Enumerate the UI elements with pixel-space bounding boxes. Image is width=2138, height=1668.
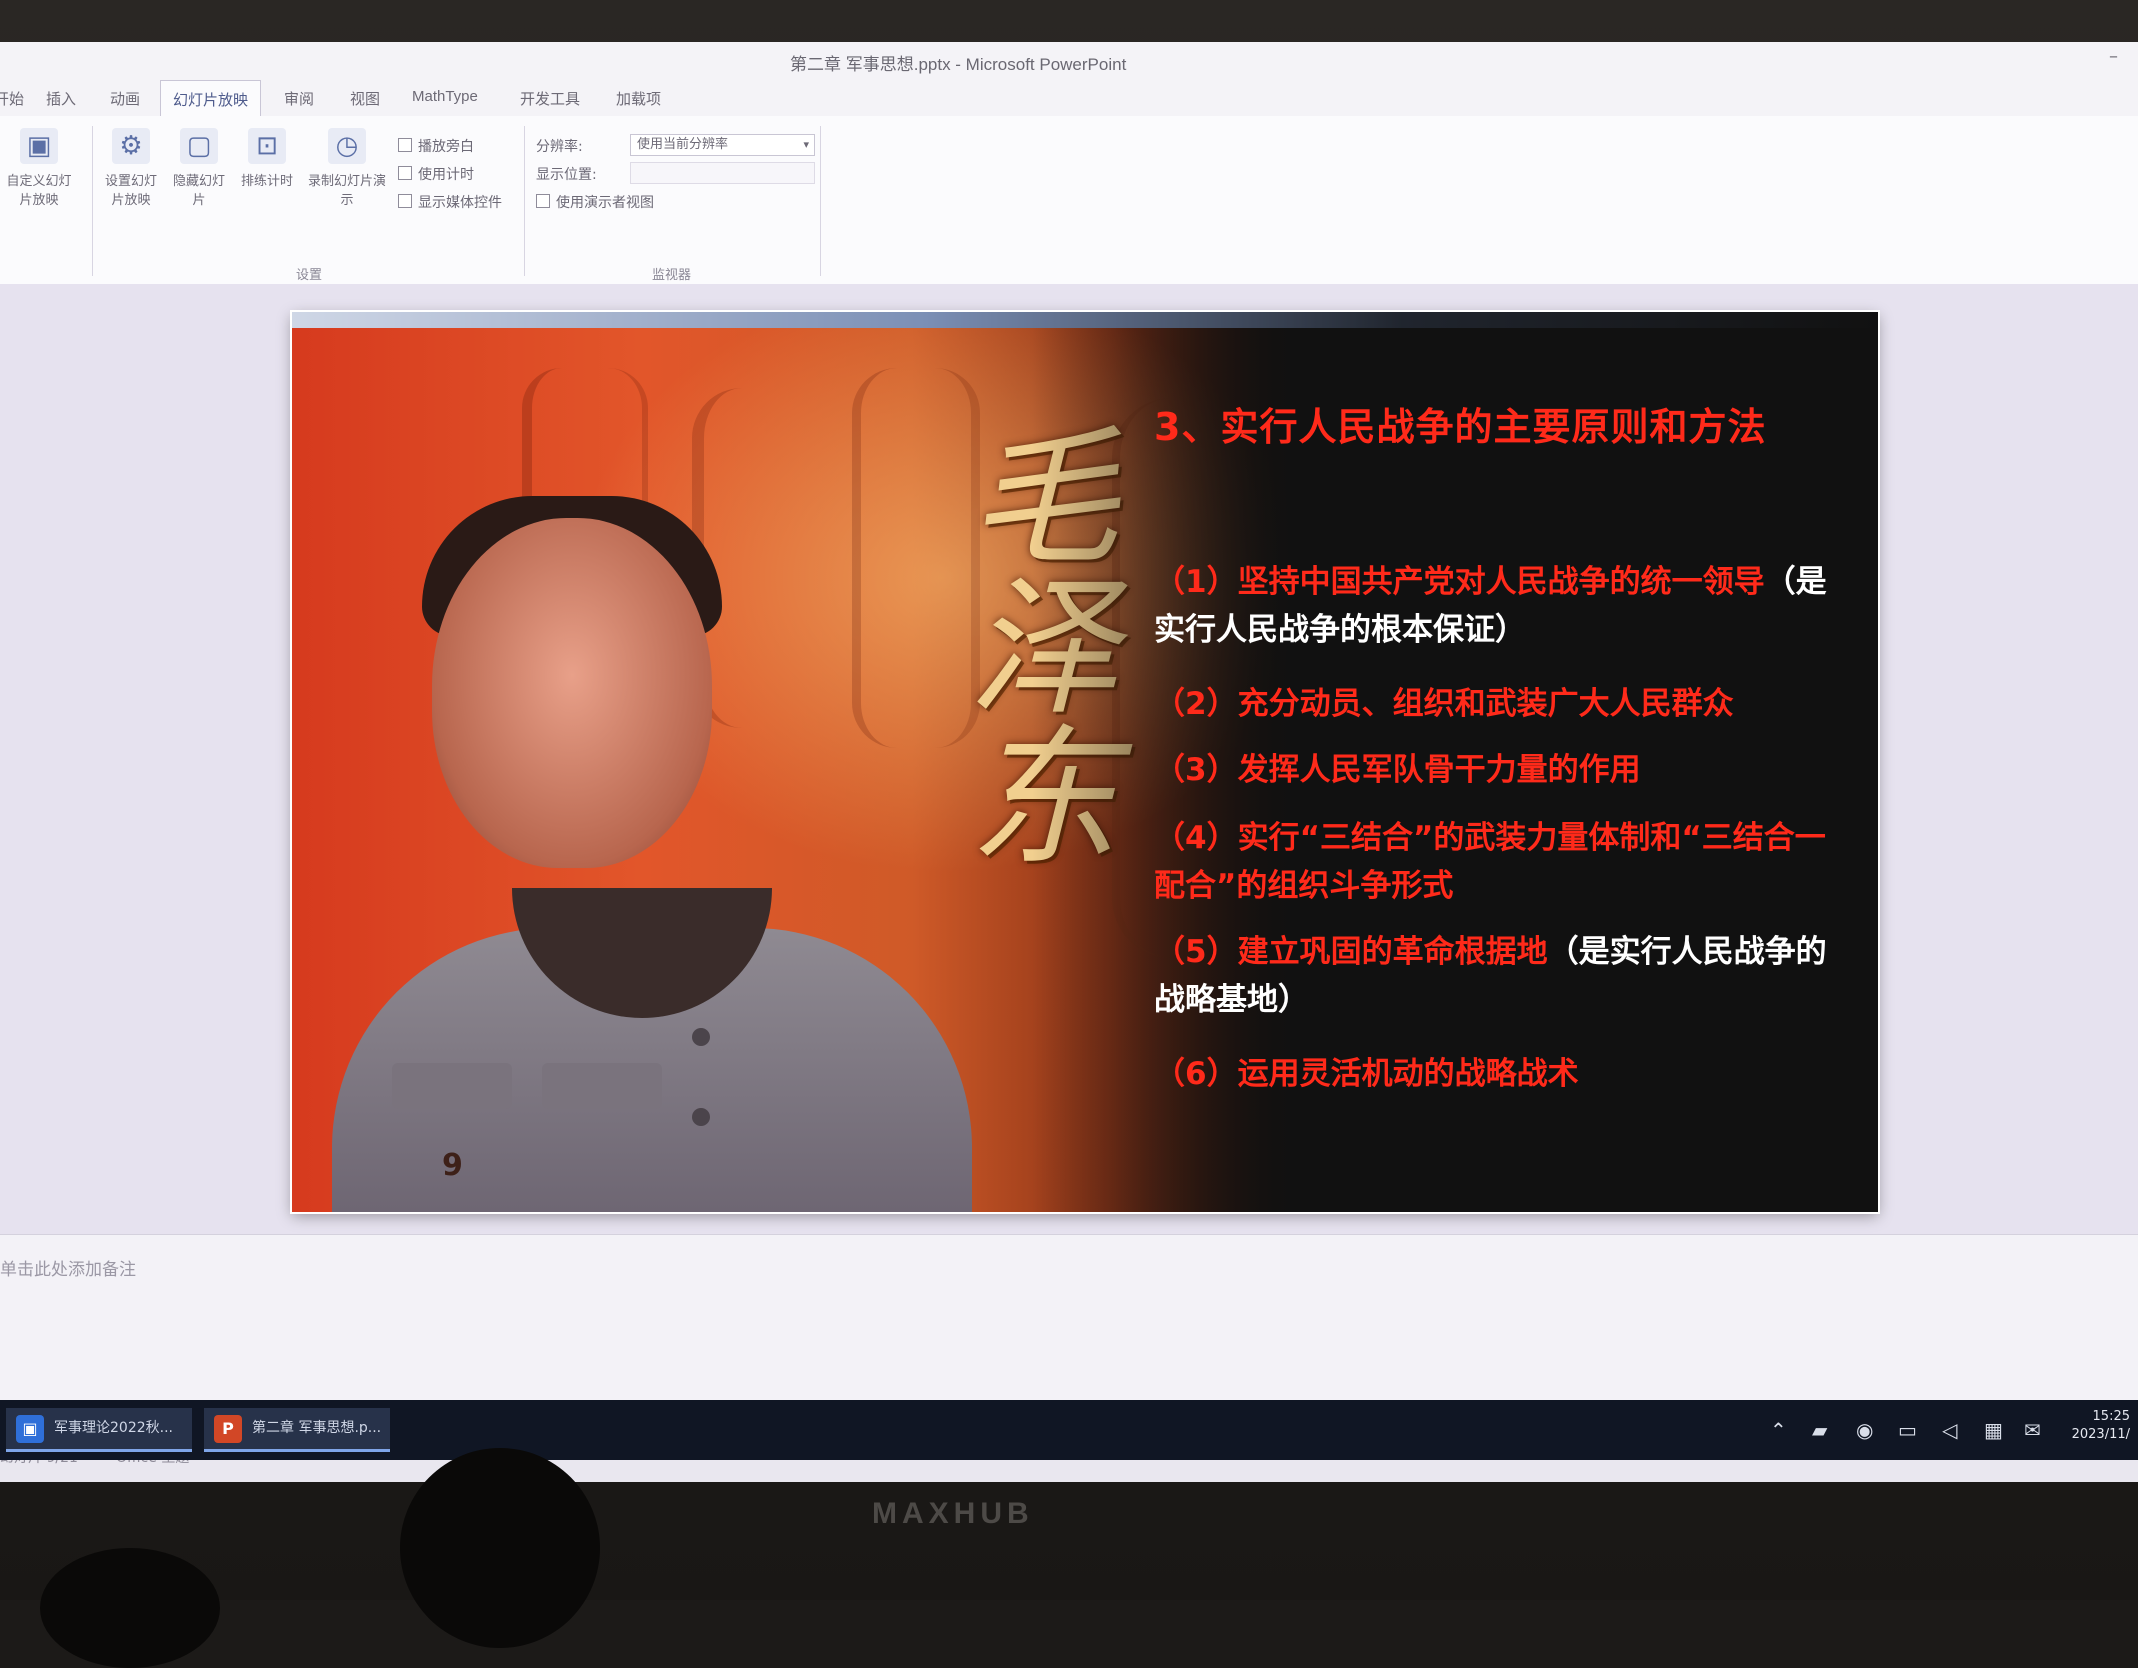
resolution-select[interactable]: 使用当前分辨率 ▾ <box>630 134 815 156</box>
principle-item-6[interactable]: （6）运用灵活机动的战略战术 <box>1154 1050 1844 1098</box>
mail-icon[interactable]: ✉ <box>2024 1418 2041 1442</box>
tab-slideshow[interactable]: 幻灯片放映 <box>160 80 262 120</box>
taskbar-item-powerpoint[interactable]: P 第二章 军事思想.p... <box>204 1408 390 1452</box>
ribbon: ▣ 自定义幻灯片放映 ⚙ 设置幻灯片放映 ▢ 隐藏幻灯片 ⊡ 排练计时 ◷ 录制… <box>0 116 2138 285</box>
tab-mathtype[interactable]: MathType <box>412 88 478 105</box>
resolution-label: 分辨率: <box>536 139 583 155</box>
tab-home[interactable]: 开始 <box>0 88 24 109</box>
slide-heading[interactable]: 3、实行人民战争的主要原则和方法 <box>1154 396 1844 451</box>
record-show-button[interactable]: ◷ 录制幻灯片演示 <box>304 128 390 208</box>
tab-addins[interactable]: 加载项 <box>616 88 661 109</box>
screen: 第二章 军事思想.pptx - Microsoft PowerPoint – 开… <box>0 42 2138 1482</box>
portrait-artwork: 毛泽东 9 <box>292 328 1292 1212</box>
teams-icon: ▣ <box>16 1415 44 1443</box>
page-number: 9 <box>442 1148 463 1183</box>
portrait-button <box>692 1028 710 1046</box>
portrait-pocket <box>542 1063 662 1109</box>
ribbon-separator <box>820 126 821 276</box>
tab-insert[interactable]: 插入 <box>46 88 76 109</box>
ribbon-separator <box>524 126 525 276</box>
checkbox-box <box>398 194 412 208</box>
network-icon[interactable]: ◉ <box>1856 1418 1873 1442</box>
slideshow-icon: ▣ <box>20 128 58 164</box>
principle-text: （1）坚持中国共产党对人民战争的统一领导 <box>1154 564 1765 600</box>
presenter-view-label: 使用演示者视图 <box>556 195 654 211</box>
setup-show-label: 设置幻灯片放映 <box>104 174 157 208</box>
slide-text-panel: 3、实行人民战争的主要原则和方法 （1）坚持中国共产党对人民战争的统一领导（是实… <box>1154 328 1854 1212</box>
ribbon-separator <box>92 126 93 276</box>
taskbar-item-label: 军事理论2022秋... <box>54 1420 173 1436</box>
slide-editing-area: 毛泽东 9 3、实行人民战争的主要原则和方法 （1）坚持中国共产党对人民战争的统… <box>0 284 2138 1234</box>
input-method-icon[interactable]: ▦ <box>1984 1418 2003 1442</box>
hide-slide-icon: ▢ <box>180 128 218 164</box>
tray-app-icon[interactable]: ▰ <box>1812 1418 1827 1442</box>
principle-text: （2）充分动员、组织和武装广大人民群众 <box>1154 686 1734 722</box>
taskbar-item-label: 第二章 军事思想.p... <box>252 1420 382 1436</box>
show-media-controls-label: 显示媒体控件 <box>418 195 502 211</box>
taskbar: ▣ 军事理论2022秋... P 第二章 军事思想.p... ⌃ ▰ ◉ ▭ ◁… <box>0 1400 2138 1460</box>
principle-item-3[interactable]: （3）发挥人民军队骨干力量的作用 <box>1154 746 1844 794</box>
hide-slide-button[interactable]: ▢ 隐藏幻灯片 <box>168 128 230 208</box>
portrait-pocket <box>392 1063 512 1109</box>
chevron-down-icon: ▾ <box>803 138 809 151</box>
principle-text: （5）建立巩固的革命根据地 <box>1154 934 1548 970</box>
hide-slide-label: 隐藏幻灯片 <box>172 174 225 208</box>
tab-review[interactable]: 审阅 <box>284 88 314 109</box>
clock-time: 15:25 <box>2092 1409 2130 1424</box>
checkbox-box <box>536 194 550 208</box>
principle-text: （4）实行“三结合”的武装力量体制和“三结合一配合”的组织斗争形式 <box>1154 820 1826 904</box>
show-media-controls-checkbox[interactable]: 显示媒体控件 <box>398 192 502 212</box>
use-timings-label: 使用计时 <box>418 167 474 183</box>
audience-head-silhouette <box>400 1448 600 1648</box>
monitor-brand-logo: MAXHUB <box>872 1497 1034 1530</box>
resolution-value: 使用当前分辨率 <box>637 137 729 152</box>
principle-text: （3）发挥人民军队骨干力量的作用 <box>1154 752 1641 788</box>
volume-icon[interactable]: ◁ <box>1942 1418 1957 1442</box>
rehearse-button[interactable]: ⊡ 排练计时 <box>236 128 298 189</box>
monitors-group-label: 监视器 <box>652 268 692 283</box>
checkbox-box <box>398 166 412 180</box>
window-title: 第二章 军事思想.pptx - Microsoft PowerPoint <box>790 55 1127 74</box>
principle-item-4[interactable]: （4）实行“三结合”的武装力量体制和“三结合一配合”的组织斗争形式 <box>1154 814 1844 910</box>
show-on-select[interactable] <box>630 162 815 184</box>
portrait-face <box>432 518 712 868</box>
monitor: 第二章 军事思想.pptx - Microsoft PowerPoint – 开… <box>0 0 2138 1668</box>
minimize-button[interactable]: – <box>2109 46 2118 67</box>
tab-view[interactable]: 视图 <box>350 88 380 109</box>
rehearse-label: 排练计时 <box>240 174 293 189</box>
custom-show-button[interactable]: ▣ 自定义幻灯片放映 <box>4 128 74 208</box>
principle-text: （6）运用灵活机动的战略战术 <box>1154 1056 1579 1092</box>
record-show-label: 录制幻灯片演示 <box>307 174 386 208</box>
taskbar-item-teams[interactable]: ▣ 军事理论2022秋... <box>6 1408 192 1452</box>
notification-icon[interactable]: ▭ <box>1898 1418 1917 1442</box>
notes-placeholder: 单击此处添加备注 <box>0 1260 136 1280</box>
slide-canvas[interactable]: 毛泽东 9 3、实行人民战争的主要原则和方法 （1）坚持中国共产党对人民战争的统… <box>292 312 1878 1212</box>
show-on-label: 显示位置: <box>536 167 597 183</box>
play-narration-checkbox[interactable]: 播放旁白 <box>398 136 474 156</box>
checkbox-box <box>398 138 412 152</box>
clock-date: 2023/11/ <box>2071 1427 2130 1442</box>
audience-head-silhouette <box>40 1548 220 1668</box>
custom-show-label: 自定义幻灯片放映 <box>6 174 72 208</box>
setup-group-label: 设置 <box>296 268 323 283</box>
slide-top-band <box>292 312 1878 328</box>
title-bar: 第二章 军事思想.pptx - Microsoft PowerPoint – <box>0 42 2138 80</box>
use-timings-checkbox[interactable]: 使用计时 <box>398 164 474 184</box>
principle-item-5[interactable]: （5）建立巩固的革命根据地（是实行人民战争的战略基地） <box>1154 928 1844 1024</box>
principle-item-2[interactable]: （2）充分动员、组织和武装广大人民群众 <box>1154 680 1844 728</box>
play-narration-label: 播放旁白 <box>418 139 474 155</box>
system-clock[interactable]: 15:25 2023/11/ <box>2072 1408 2130 1444</box>
setup-show-button[interactable]: ⚙ 设置幻灯片放映 <box>100 128 162 208</box>
setup-icon: ⚙ <box>112 128 150 164</box>
tab-animations[interactable]: 动画 <box>110 88 140 109</box>
powerpoint-icon: P <box>214 1415 242 1443</box>
ribbon-tabs: 开始 插入 动画 幻灯片放映 审阅 视图 MathType 开发工具 加载项 <box>0 80 2138 120</box>
record-icon: ◷ <box>328 128 366 164</box>
tab-developer[interactable]: 开发工具 <box>520 88 580 109</box>
presenter-view-checkbox[interactable]: 使用演示者视图 <box>536 192 654 212</box>
chevron-up-icon[interactable]: ⌃ <box>1770 1418 1787 1442</box>
portrait-button <box>692 1108 710 1126</box>
principle-item-1[interactable]: （1）坚持中国共产党对人民战争的统一领导（是实行人民战争的根本保证） <box>1154 558 1844 654</box>
rehearse-icon: ⊡ <box>248 128 286 164</box>
